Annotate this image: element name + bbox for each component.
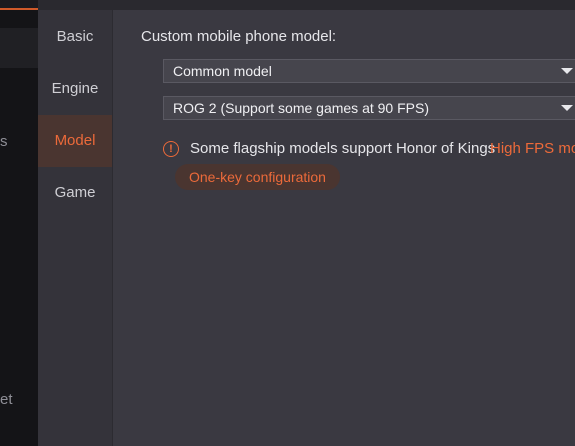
background-window-tab bbox=[0, 0, 38, 10]
background-window-band bbox=[0, 28, 38, 68]
background-text-fragment: s bbox=[0, 133, 8, 150]
model-type-dropdown[interactable]: Common model bbox=[163, 59, 575, 83]
sidebar-item-engine[interactable]: Engine bbox=[38, 63, 112, 115]
settings-sidebar: Basic Engine Model Game bbox=[38, 10, 113, 446]
model-settings-panel: Custom mobile phone model: Common model … bbox=[113, 10, 575, 446]
high-fps-mode-link[interactable]: High FPS mode bbox=[490, 140, 575, 157]
warning-circle-icon: ! bbox=[163, 141, 179, 157]
phone-model-dropdown[interactable]: ROG 2 (Support some games at 90 FPS) bbox=[163, 96, 575, 120]
chevron-down-icon bbox=[561, 68, 573, 74]
background-text-fragment: et bbox=[0, 391, 13, 408]
sidebar-item-game[interactable]: Game bbox=[38, 167, 112, 219]
notice-text: Some flagship models support Honor of Ki… bbox=[190, 140, 496, 157]
one-key-configuration-button[interactable]: One-key configuration bbox=[175, 164, 340, 190]
section-title: Custom mobile phone model: bbox=[141, 28, 337, 45]
phone-model-value: ROG 2 (Support some games at 90 FPS) bbox=[173, 100, 429, 116]
model-type-value: Common model bbox=[173, 63, 272, 79]
sidebar-item-model[interactable]: Model bbox=[38, 115, 112, 167]
dialog-top-bar bbox=[38, 0, 575, 10]
sidebar-item-basic[interactable]: Basic bbox=[38, 11, 112, 63]
chevron-down-icon bbox=[561, 105, 573, 111]
background-window-strip: s et bbox=[0, 0, 38, 446]
